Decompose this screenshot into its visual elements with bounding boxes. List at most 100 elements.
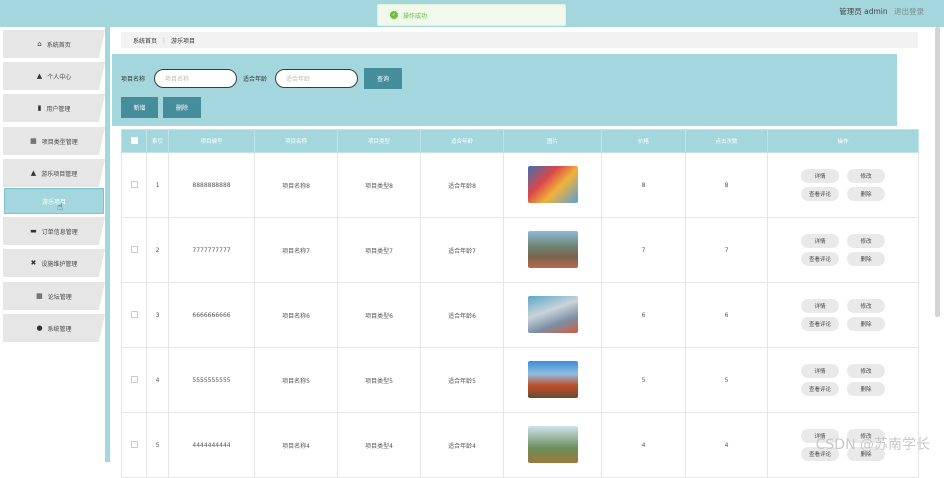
project-thumbnail: [528, 296, 578, 333]
table-row: 18888888888项目名称8项目类型8适合年龄888详情修改查看评论删除: [122, 153, 919, 218]
sidebar-item-7[interactable]: ▦论坛管理: [3, 282, 105, 310]
sidebar-item-label: 用户管理: [46, 104, 70, 113]
cell-clicks: 7: [686, 218, 768, 283]
cell-price: 8: [602, 153, 686, 218]
view-comments-button[interactable]: 查看评论: [801, 382, 839, 396]
edit-button[interactable]: 修改: [847, 169, 885, 183]
cell-age: 适合年龄6: [421, 283, 504, 348]
select-all-cell[interactable]: [122, 130, 147, 153]
sidebar-item-label: 系统管理: [48, 324, 72, 333]
row-checkbox[interactable]: [131, 376, 138, 383]
cell-image: [504, 413, 602, 478]
row-select-cell[interactable]: [122, 413, 147, 478]
edit-button[interactable]: 修改: [847, 299, 885, 313]
detail-button[interactable]: 详情: [801, 234, 839, 248]
age-search-input[interactable]: 适合年龄: [275, 69, 358, 88]
project-thumbnail: [528, 231, 578, 268]
detail-button[interactable]: 详情: [801, 299, 839, 313]
query-button[interactable]: 查询: [364, 68, 402, 89]
cell-age: 适合年龄4: [421, 413, 504, 478]
cell-price: 6: [602, 283, 686, 348]
cell-age: 适合年龄8: [421, 153, 504, 218]
view-comments-button[interactable]: 查看评论: [801, 317, 839, 331]
cell-price: 5: [602, 348, 686, 413]
row-delete-button[interactable]: 删除: [847, 187, 885, 201]
sidebar-item-5[interactable]: ▬订单信息管理: [3, 217, 105, 245]
sidebar-item-1[interactable]: ▲个人中心: [3, 62, 105, 90]
header-clicks: 点击次数: [686, 130, 768, 153]
cell-index: 4: [147, 348, 169, 413]
row-delete-button[interactable]: 删除: [847, 317, 885, 331]
cell-code: 7777777777: [169, 218, 255, 283]
cell-image: [504, 218, 602, 283]
grid-icon: ▦: [30, 137, 37, 145]
row-select-cell[interactable]: [122, 348, 147, 413]
delete-button[interactable]: 删除: [163, 97, 201, 118]
cell-type: 项目类型6: [338, 283, 421, 348]
page-scrollbar[interactable]: [935, 27, 940, 317]
sidebar-item-2[interactable]: ▮ 用户管理: [3, 94, 105, 122]
add-button[interactable]: 新增: [121, 97, 158, 118]
row-checkbox[interactable]: [131, 311, 138, 318]
row-select-cell[interactable]: [122, 218, 147, 283]
sidebar-item-3[interactable]: ▦项目类型管理: [3, 127, 105, 155]
person-icon: ▲: [37, 72, 42, 80]
admin-label: 管理员 admin: [839, 7, 887, 16]
user-manage-icon: ▮: [38, 104, 42, 112]
sidebar-subitem-amusement[interactable]: 游乐项目: [4, 188, 104, 214]
detail-button[interactable]: 详情: [801, 364, 839, 378]
header-price: 价格: [602, 130, 686, 153]
row-checkbox[interactable]: [131, 441, 138, 448]
sidebar-item-label: 系统首页: [47, 40, 71, 49]
row-checkbox[interactable]: [131, 181, 138, 188]
breadcrumb: 系统首页 ⋮ 游乐项目: [121, 32, 918, 48]
home-icon: ⌂: [37, 40, 41, 48]
cell-type: 项目类型5: [338, 348, 421, 413]
cell-actions: 详情修改查看评论删除: [768, 153, 919, 218]
breadcrumb-home[interactable]: 系统首页: [133, 36, 157, 45]
success-toast: ✓ 操作成功: [377, 4, 566, 26]
cell-code: 6666666666: [169, 283, 255, 348]
sidebar-item-label: 设施维护管理: [41, 259, 77, 268]
sidebar-item-label: 游乐项目管理: [41, 169, 77, 178]
sidebar-item-0[interactable]: ⌂ 系统首页: [3, 30, 105, 58]
cell-actions: 详情修改查看评论删除: [768, 348, 919, 413]
cell-image: [504, 348, 602, 413]
project-thumbnail: [528, 361, 578, 398]
cell-code: 4444444444: [169, 413, 255, 478]
view-comments-button[interactable]: 查看评论: [801, 187, 839, 201]
row-select-cell[interactable]: [122, 153, 147, 218]
sidebar-item-4[interactable]: ▲游乐项目管理: [3, 159, 105, 187]
breadcrumb-current: 游乐项目: [171, 36, 195, 45]
cell-name: 项目名称5: [255, 348, 338, 413]
detail-button[interactable]: 详情: [801, 169, 839, 183]
edit-button[interactable]: 修改: [847, 364, 885, 378]
cell-name: 项目名称7: [255, 218, 338, 283]
sidebar-item-6[interactable]: ✖设施维护管理: [3, 249, 105, 277]
user-info: 管理员 admin 退出登录: [839, 6, 924, 17]
row-checkbox[interactable]: [131, 246, 138, 253]
cell-index: 1: [147, 153, 169, 218]
select-all-checkbox[interactable]: [131, 137, 138, 144]
cell-clicks: 5: [686, 348, 768, 413]
hand-cursor-icon: ☝: [57, 202, 63, 213]
logout-link[interactable]: 退出登录: [894, 7, 924, 16]
header-actions: 操作: [768, 130, 919, 153]
row-delete-button[interactable]: 删除: [847, 382, 885, 396]
watermark: CSDN @苏南学长: [816, 434, 930, 454]
cell-type: 项目类型4: [338, 413, 421, 478]
cell-price: 7: [602, 218, 686, 283]
row-delete-button[interactable]: 删除: [847, 252, 885, 266]
cell-type: 项目类型7: [338, 218, 421, 283]
edit-button[interactable]: 修改: [847, 234, 885, 248]
cell-name: 项目名称4: [255, 413, 338, 478]
name-search-input[interactable]: 项目名称: [154, 69, 237, 88]
cell-code: 5555555555: [169, 348, 255, 413]
table-header-row: 索引 项目编号 项目名称 项目类型 适合年龄 图片 价格 点击次数 操作: [122, 130, 919, 153]
cell-actions: 详情修改查看评论删除: [768, 283, 919, 348]
sidebar-item-label: 论坛管理: [48, 292, 72, 301]
row-select-cell[interactable]: [122, 283, 147, 348]
sidebar-item-8[interactable]: ●系统管理: [3, 314, 105, 342]
header-code: 项目编号: [169, 130, 255, 153]
view-comments-button[interactable]: 查看评论: [801, 252, 839, 266]
